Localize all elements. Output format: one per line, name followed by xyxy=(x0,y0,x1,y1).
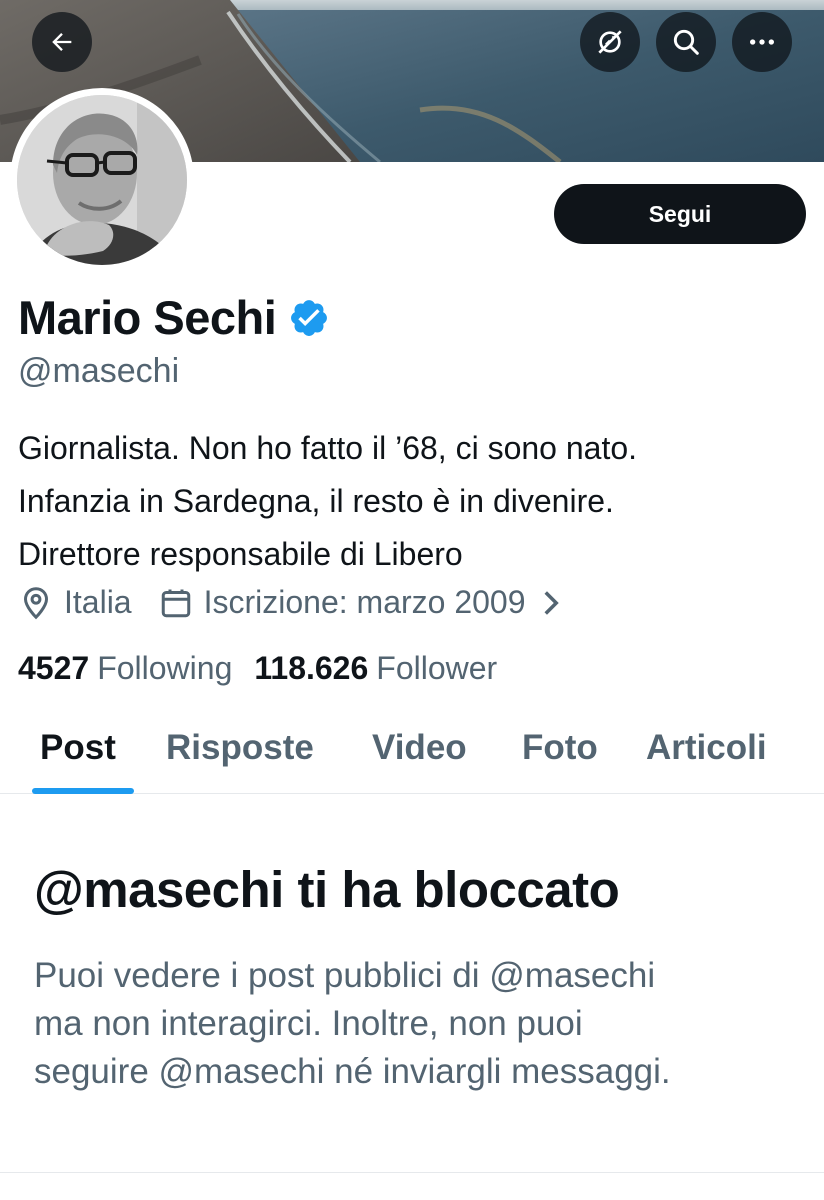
bio-line: Infanzia in Sardegna, il resto è in dive… xyxy=(18,483,614,519)
link-off-icon xyxy=(598,30,622,54)
following-count[interactable]: 4527 xyxy=(18,650,89,687)
back-button[interactable] xyxy=(32,12,92,72)
join-date-text: Iscrizione: marzo 2009 xyxy=(203,584,526,620)
tab-articoli[interactable]: Articoli xyxy=(646,728,767,768)
blocked-line: seguire @masechi né inviargli messaggi. xyxy=(34,1052,671,1091)
location-icon xyxy=(23,586,49,619)
more-icon xyxy=(750,39,774,45)
back-arrow-icon xyxy=(52,33,72,51)
more-button[interactable] xyxy=(732,12,792,72)
profile-avatar[interactable] xyxy=(10,88,194,272)
profile-tabs: Post Risposte Video Foto Articoli xyxy=(0,712,824,794)
profile-meta: Italia Iscrizione: marzo 2009 xyxy=(18,584,598,621)
join-date[interactable]: Iscrizione: marzo 2009 xyxy=(158,584,572,621)
followers-label[interactable]: Follower xyxy=(376,650,497,687)
link-off-button[interactable] xyxy=(580,12,640,72)
blocked-line: ma non interagirci. Inoltre, non puoi xyxy=(34,1004,583,1043)
active-tab-indicator xyxy=(32,788,134,794)
tab-video[interactable]: Video xyxy=(372,728,467,768)
divider xyxy=(0,1172,824,1173)
blocked-title: @masechi ti ha bloccato xyxy=(34,861,620,918)
profile-name: Mario Sechi xyxy=(18,291,277,344)
bio-line: Direttore responsabile di Libero xyxy=(18,536,463,572)
followers-count[interactable]: 118.626 xyxy=(254,650,368,687)
calendar-icon xyxy=(161,589,190,617)
bio-line: Giornalista. Non ho fatto il ’68, ci son… xyxy=(18,430,638,466)
profile-counts: 4527 Following 118.626 Follower xyxy=(18,650,519,687)
tab-post[interactable]: Post xyxy=(40,728,116,768)
follow-button[interactable]: Segui xyxy=(554,184,806,244)
blocked-description: Puoi vedere i post pubblici di @masechi … xyxy=(34,952,814,1096)
profile-name-row: Mario Sechi xyxy=(18,290,330,345)
verified-badge-icon[interactable] xyxy=(288,297,330,339)
location: Italia xyxy=(18,584,132,621)
avatar-photo xyxy=(17,95,187,265)
tab-foto[interactable]: Foto xyxy=(522,728,598,768)
search-icon xyxy=(673,29,699,55)
search-button[interactable] xyxy=(656,12,716,72)
chevron-right-icon xyxy=(544,590,559,615)
location-text: Italia xyxy=(64,584,132,620)
blocked-line: Puoi vedere i post pubblici di @masechi xyxy=(34,956,656,995)
following-label[interactable]: Following xyxy=(97,650,232,687)
profile-bio: Giornalista. Non ho fatto il ’68, ci son… xyxy=(18,422,818,581)
tab-risposte[interactable]: Risposte xyxy=(166,728,314,768)
profile-handle: @masechi xyxy=(18,352,180,390)
